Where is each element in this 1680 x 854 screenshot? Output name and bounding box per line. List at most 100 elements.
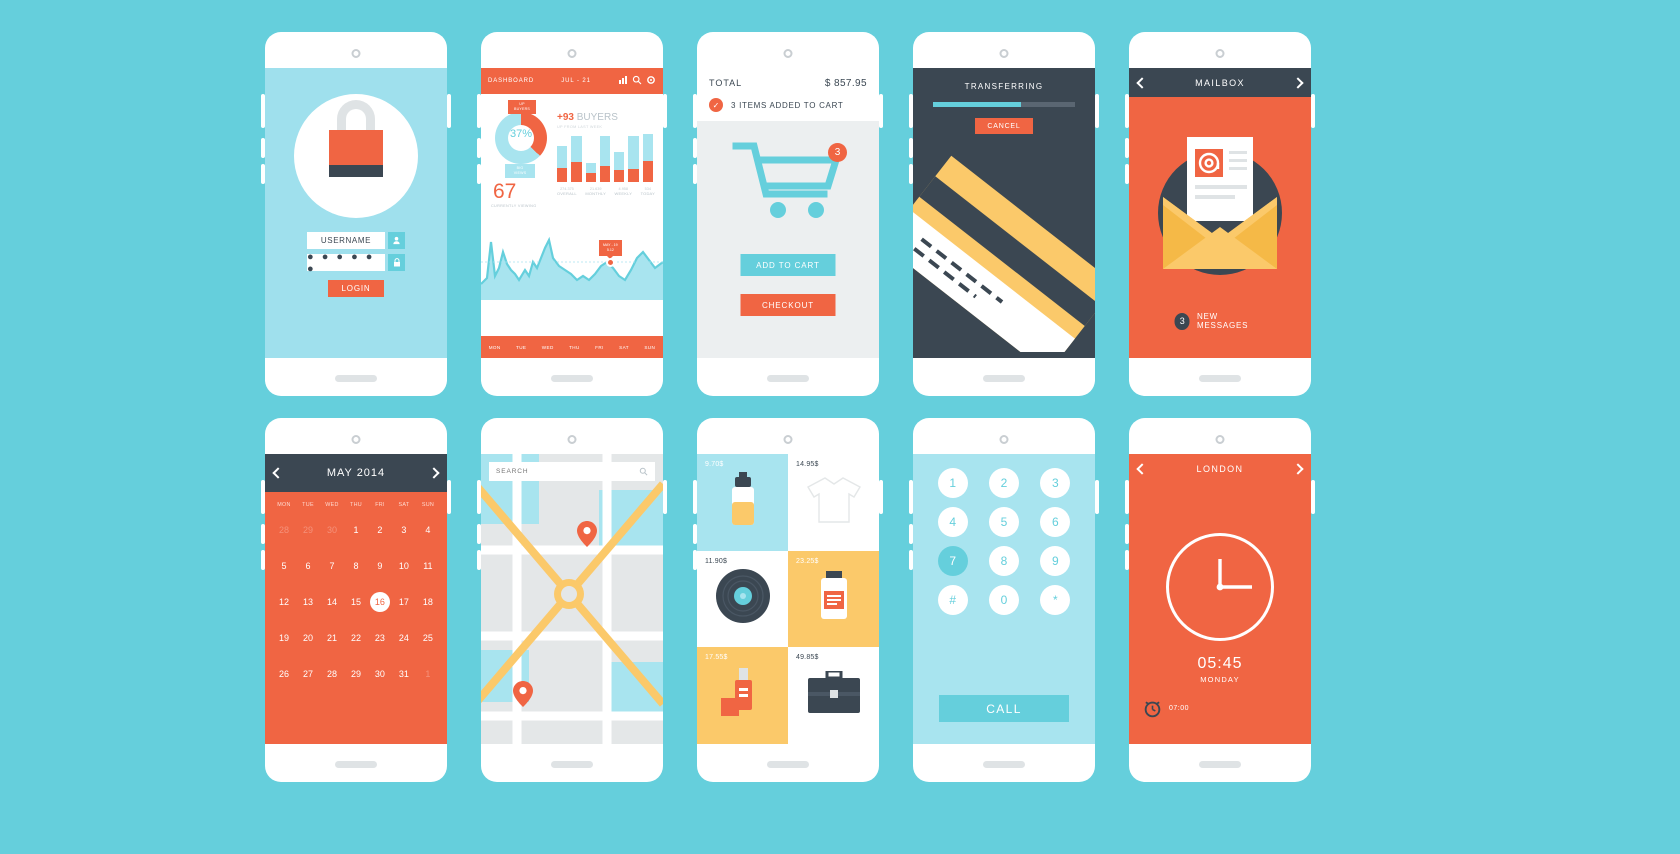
- dial-key-hash[interactable]: #: [927, 585, 978, 615]
- day-label[interactable]: WED: [542, 345, 554, 350]
- calendar-day[interactable]: 3: [392, 512, 416, 548]
- alarm-clock-icon: [1144, 701, 1161, 718]
- alarm-row: 07:00: [1143, 699, 1189, 718]
- call-button[interactable]: CALL: [939, 695, 1069, 722]
- phone-edge: [447, 480, 451, 514]
- cancel-button[interactable]: CANCEL: [975, 118, 1033, 134]
- calendar-day[interactable]: 13: [296, 584, 320, 620]
- screen-mailbox: MAILBOX 3 NEW MESSAGES: [1129, 68, 1311, 358]
- dial-key-2[interactable]: 2: [978, 468, 1029, 498]
- dial-key-5[interactable]: 5: [978, 507, 1029, 537]
- next-city-icon[interactable]: [1292, 462, 1304, 475]
- username-input[interactable]: USERNAME: [307, 232, 385, 249]
- calendar-day[interactable]: 24: [392, 620, 416, 656]
- calendar-day[interactable]: 28: [320, 656, 344, 692]
- day-label[interactable]: FRI: [595, 345, 604, 350]
- calendar-day[interactable]: 20: [296, 620, 320, 656]
- map-search-bar[interactable]: [489, 462, 655, 481]
- calendar-day[interactable]: 18: [416, 584, 440, 620]
- calendar-day[interactable]: 11: [416, 548, 440, 584]
- calendar-day-selected[interactable]: 16: [368, 584, 392, 620]
- calendar-day[interactable]: 2: [368, 512, 392, 548]
- stat-item: 534 TODAY: [641, 187, 655, 196]
- dial-key-0[interactable]: 0: [978, 585, 1029, 615]
- login-button[interactable]: LOGIN: [328, 280, 384, 297]
- day-label[interactable]: TUE: [516, 345, 526, 350]
- checkout-button[interactable]: CHECKOUT: [740, 294, 836, 316]
- calendar-day[interactable]: 29: [296, 512, 320, 548]
- dial-key-9[interactable]: 9: [1030, 546, 1081, 576]
- stat-label: WEEKLY: [614, 191, 633, 196]
- calendar-day[interactable]: 31: [392, 656, 416, 692]
- home-bar: [767, 761, 809, 768]
- product-cell[interactable]: 23.25$: [788, 550, 879, 648]
- calendar-day[interactable]: 30: [368, 656, 392, 692]
- map-pin-icon[interactable]: [577, 521, 597, 547]
- search-icon[interactable]: [639, 463, 648, 481]
- tshirt-icon: [806, 476, 862, 529]
- product-cell[interactable]: 14.95$: [788, 454, 879, 551]
- day-label[interactable]: MON: [489, 345, 501, 350]
- calendar-day[interactable]: 7: [320, 548, 344, 584]
- day-label[interactable]: SAT: [619, 345, 629, 350]
- product-cell[interactable]: 17.55$: [697, 647, 788, 744]
- calendar-day[interactable]: 5: [272, 548, 296, 584]
- day-label[interactable]: SUN: [644, 345, 655, 350]
- calendar-day[interactable]: 25: [416, 620, 440, 656]
- map-canvas[interactable]: [481, 454, 663, 744]
- map-pin-icon[interactable]: [513, 681, 533, 707]
- product-cell[interactable]: 9.70$: [697, 454, 788, 551]
- city-label: LONDON: [1196, 463, 1244, 474]
- stat-label: MONTHLY: [585, 191, 607, 196]
- gear-icon[interactable]: [646, 72, 656, 90]
- calendar-day[interactable]: 12: [272, 584, 296, 620]
- calendar-day[interactable]: 30: [320, 512, 344, 548]
- home-bar: [983, 375, 1025, 382]
- calendar-day[interactable]: 8: [344, 548, 368, 584]
- password-input[interactable]: ● ● ● ● ● ●: [307, 251, 385, 275]
- dial-key-star[interactable]: *: [1030, 585, 1081, 615]
- product-cell[interactable]: 49.85$: [788, 647, 879, 744]
- calendar-day[interactable]: 9: [368, 548, 392, 584]
- forward-chevron-icon[interactable]: [1292, 76, 1304, 89]
- lock-icon: [388, 254, 405, 271]
- calendar-dow: THU: [350, 502, 362, 508]
- calendar-day[interactable]: 17: [392, 584, 416, 620]
- calendar-day[interactable]: 26: [272, 656, 296, 692]
- calendar-day[interactable]: 6: [296, 548, 320, 584]
- calendar-day[interactable]: 19: [272, 620, 296, 656]
- search-icon[interactable]: [632, 72, 642, 90]
- calendar-day[interactable]: 23: [368, 620, 392, 656]
- calendar-day[interactable]: 4: [416, 512, 440, 548]
- screen-dashboard: DASHBOARD JUL - 21 37% UP BUYERS BIG VIE…: [481, 68, 663, 358]
- dial-key-4[interactable]: 4: [927, 507, 978, 537]
- search-input[interactable]: [496, 468, 639, 475]
- product-price: 14.95$: [796, 461, 819, 468]
- bar-chart-icon[interactable]: [618, 72, 628, 90]
- calendar-dow: SAT: [398, 502, 410, 508]
- add-to-cart-button[interactable]: ADD TO CART: [740, 254, 836, 276]
- calendar-day[interactable]: 10: [392, 548, 416, 584]
- calendar-day[interactable]: 21: [320, 620, 344, 656]
- dial-key-7[interactable]: 7: [927, 546, 978, 576]
- dial-key-6[interactable]: 6: [1030, 507, 1081, 537]
- screen-transfer: TRANSFERRING CANCEL: [913, 68, 1095, 358]
- product-cell[interactable]: 11.90$: [697, 550, 788, 648]
- day-label[interactable]: THU: [569, 345, 580, 350]
- dial-key-8[interactable]: 8: [978, 546, 1029, 576]
- calendar-day[interactable]: 29: [344, 656, 368, 692]
- next-month-icon[interactable]: [428, 467, 440, 479]
- dial-key-1[interactable]: 1: [927, 468, 978, 498]
- dial-key-3[interactable]: 3: [1030, 468, 1081, 498]
- calendar-day[interactable]: 1: [416, 656, 440, 692]
- calendar-day[interactable]: 1: [344, 512, 368, 548]
- total-label: TOTAL: [709, 78, 743, 88]
- phone-shop: 9.70$ 14.95$ 11.90$ 23.25$ 17.55$ 49.85$: [693, 418, 883, 782]
- calendar-day[interactable]: 22: [344, 620, 368, 656]
- calendar-day[interactable]: 28: [272, 512, 296, 548]
- calendar-day[interactable]: 14: [320, 584, 344, 620]
- calendar-day[interactable]: 15: [344, 584, 368, 620]
- cart-summary: TOTAL $ 857.95 ✓ 3 ITEMS ADDED TO CART: [697, 68, 879, 121]
- calendar-day[interactable]: 27: [296, 656, 320, 692]
- speaker-icon: [567, 435, 577, 444]
